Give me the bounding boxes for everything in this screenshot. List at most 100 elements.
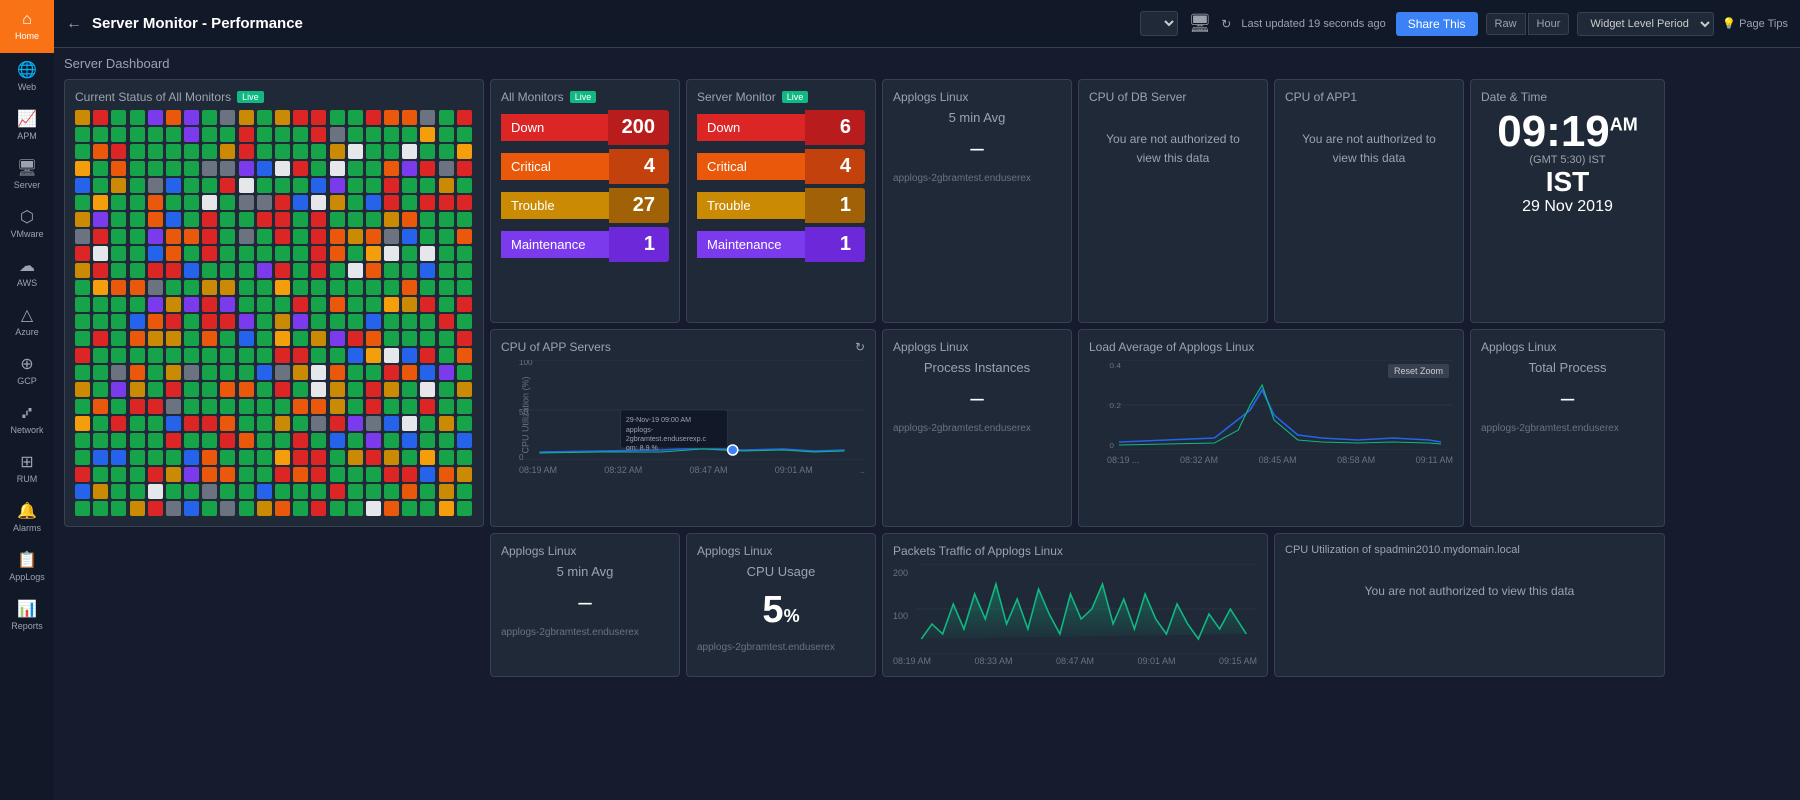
- matrix-cell: [366, 416, 381, 431]
- matrix-cell: [111, 467, 126, 482]
- matrix-cell: [130, 144, 145, 159]
- matrix-cell: [348, 433, 363, 448]
- sidebar-item-label: GCP: [17, 376, 37, 386]
- matrix-cell: [366, 399, 381, 414]
- load-x-labels: 08:19 ... 08:32 AM 08:45 AM 08:58 AM 09:…: [1107, 455, 1453, 465]
- matrix-cell: [166, 110, 181, 125]
- matrix-cell: [93, 144, 108, 159]
- matrix-cell: [111, 212, 126, 227]
- matrix-cell: [366, 433, 381, 448]
- datetime-title: Date & Time: [1481, 90, 1654, 104]
- vmware-icon: ⬡: [20, 210, 34, 226]
- matrix-cell: [257, 348, 272, 363]
- matrix-cell: [166, 365, 181, 380]
- matrix-cell: [220, 178, 235, 193]
- share-button[interactable]: Share This: [1396, 12, 1478, 36]
- hour-button[interactable]: Hour: [1528, 13, 1570, 35]
- matrix-cell: [439, 450, 454, 465]
- matrix-cell: [420, 467, 435, 482]
- applogs-total-title: Applogs Linux: [1481, 340, 1654, 354]
- matrix-cell: [330, 144, 345, 159]
- matrix-cell: [293, 399, 308, 414]
- matrix-cell: [420, 416, 435, 431]
- matrix-cell: [220, 161, 235, 176]
- matrix-cell: [439, 382, 454, 397]
- matrix-cell: [184, 348, 199, 363]
- matrix-cell: [275, 348, 290, 363]
- server-critical-count: 4: [805, 149, 865, 184]
- matrix-cell: [111, 348, 126, 363]
- matrix-cell: [111, 127, 126, 142]
- matrix-cell: [130, 195, 145, 210]
- svg-text:0.2: 0.2: [1109, 402, 1121, 410]
- current-status-widget: Current Status of All Monitors Live: [64, 79, 484, 527]
- matrix-cell: [239, 382, 254, 397]
- matrix-cell: [348, 246, 363, 261]
- svg-text:2gbramtest.enduserexp.c: 2gbramtest.enduserexp.c: [626, 436, 707, 443]
- sidebar-item-gcp[interactable]: ⊕ GCP: [0, 347, 54, 396]
- matrix-cell: [402, 365, 417, 380]
- sidebar-item-reports[interactable]: 📊 Reports: [0, 592, 54, 641]
- matrix-cell: [384, 110, 399, 125]
- matrix-cell: [93, 501, 108, 516]
- matrix-cell: [293, 246, 308, 261]
- matrix-cell: [239, 348, 254, 363]
- matrix-cell: [93, 382, 108, 397]
- matrix-cell: [384, 280, 399, 295]
- sidebar-item-rum[interactable]: ⊞ RUM: [0, 445, 54, 494]
- raw-button[interactable]: Raw: [1486, 13, 1526, 35]
- matrix-cell: [148, 433, 163, 448]
- matrix-cell: [184, 263, 199, 278]
- matrix-cell: [220, 195, 235, 210]
- matrix-cell: [166, 331, 181, 346]
- sidebar-item-server[interactable]: 🖥 Server: [0, 151, 54, 200]
- aws-icon: ☁: [19, 259, 35, 275]
- sidebar-item-web[interactable]: 🌐 Web: [0, 53, 54, 102]
- matrix-cell: [202, 331, 217, 346]
- matrix-cell: [348, 484, 363, 499]
- refresh-icon: ↻: [1221, 17, 1231, 31]
- sidebar-item-applogs[interactable]: 📋 AppLogs: [0, 543, 54, 592]
- matrix-cell: [239, 246, 254, 261]
- matrix-cell: [166, 450, 181, 465]
- sidebar-item-vmware[interactable]: ⬡ VMware: [0, 200, 54, 249]
- matrix-cell: [311, 416, 326, 431]
- page-tips[interactable]: 💡 Page Tips: [1722, 17, 1788, 30]
- matrix-cell: [239, 331, 254, 346]
- matrix-cell: [311, 365, 326, 380]
- matrix-cell: [130, 382, 145, 397]
- matrix-cell: [348, 399, 363, 414]
- sidebar-item-apm[interactable]: 📈 APM: [0, 102, 54, 151]
- matrix-cell: [239, 399, 254, 414]
- widget-period-select[interactable]: Widget Level Period: [1577, 12, 1714, 36]
- matrix-cell: [257, 382, 272, 397]
- matrix-cell: [348, 212, 363, 227]
- sidebar-item-home[interactable]: ⌂ Home: [0, 0, 54, 53]
- svg-text:applogs-: applogs-: [626, 427, 654, 434]
- matrix-cell: [239, 484, 254, 499]
- packets-y-labels: 200 100: [893, 564, 912, 654]
- matrix-cell: [366, 348, 381, 363]
- reset-zoom-button[interactable]: Reset Zoom: [1388, 364, 1449, 378]
- matrix-cell: [293, 348, 308, 363]
- cpu-app-servers-refresh[interactable]: ↻: [855, 340, 865, 354]
- matrix-cell: [275, 399, 290, 414]
- back-button[interactable]: ←: [66, 15, 82, 33]
- sidebar-item-aws[interactable]: ☁ AWS: [0, 249, 54, 298]
- matrix-cell: [330, 178, 345, 193]
- matrix-cell: [202, 161, 217, 176]
- server-monitor-widget: Server Monitor Live Down 6 Critical 4 Tr…: [686, 79, 876, 323]
- matrix-cell: [293, 212, 308, 227]
- dashboard-dropdown[interactable]: [1140, 11, 1178, 36]
- sidebar-item-azure[interactable]: △ Azure: [0, 298, 54, 347]
- packets-traffic-widget: Packets Traffic of Applogs Linux 200 100: [882, 533, 1268, 677]
- sidebar-item-network[interactable]: ⑇ Network: [0, 396, 54, 445]
- matrix-cell: [348, 501, 363, 516]
- matrix-cell: [402, 212, 417, 227]
- cpu-db-server-title: CPU of DB Server: [1089, 90, 1257, 104]
- matrix-cell: [420, 348, 435, 363]
- matrix-cell: [220, 484, 235, 499]
- sidebar-item-alarms[interactable]: 🔔 Alarms: [0, 494, 54, 543]
- cpu-x-labels: 08:19 AM 08:32 AM 08:47 AM 09:01 AM ..: [519, 465, 865, 475]
- matrix-cell: [111, 331, 126, 346]
